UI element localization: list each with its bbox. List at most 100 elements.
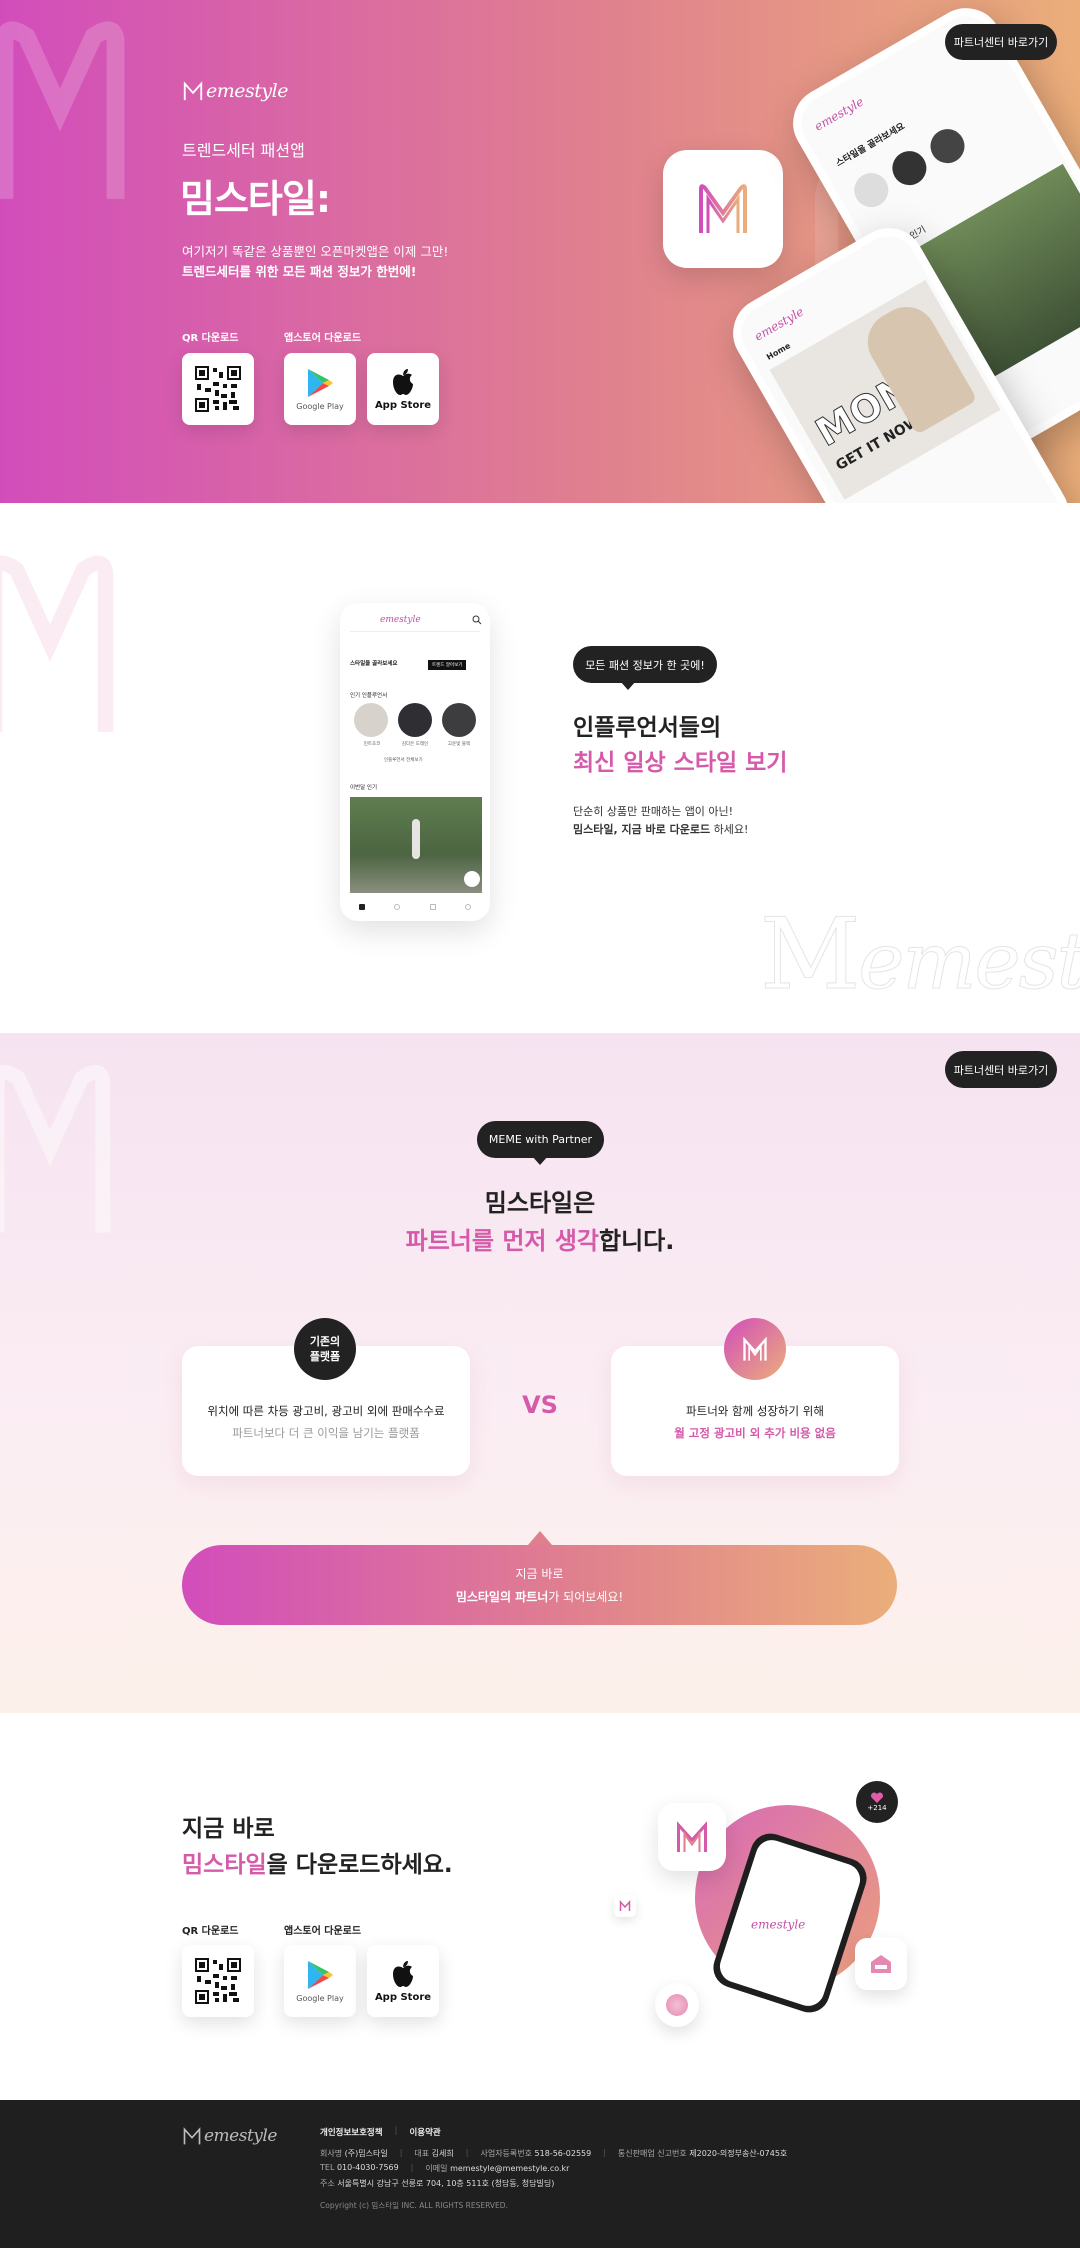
search-icon (472, 615, 482, 625)
bubble-tail (532, 1156, 548, 1165)
m-logo-watermark-icon (0, 21, 125, 199)
download-title-line1: 지금 바로 (182, 1816, 275, 1842)
email-label: 이메일 (425, 2164, 448, 2173)
download-title-line2: 밈스타일을 다운로드하세요. (182, 1845, 453, 1879)
influencer-phone: emestyle 스타일을 골라보세요 트렌드 알아보기 인기 인플루언서 민트… (340, 603, 490, 921)
watermark-logo-text: emestyle (858, 917, 1080, 1008)
shop-tile (855, 1938, 907, 1990)
ceo-value: 김세희 (431, 2149, 454, 2158)
like-badge: +214 (856, 1781, 898, 1823)
company-label: 회사명 (320, 2149, 343, 2158)
partner-bubble: MEME with Partner (477, 1121, 604, 1158)
influencer-name: 김다은 도레인 (401, 742, 429, 747)
download-title-rest: 을 다운로드하세요. (266, 1852, 453, 1878)
footer-logo-text: emestyle (204, 2126, 277, 2146)
bubble-tail (620, 681, 636, 690)
influencer-title-line2: 최신 일상 스타일 보기 (573, 750, 788, 776)
qr-code-icon (195, 1958, 241, 2004)
app-icon-tile (663, 150, 783, 268)
old-line2: 파트너보다 더 큰 이익을 남기는 플랫폼 (232, 1426, 420, 1440)
influencer-desc-rest: 하세요! (710, 823, 749, 836)
phone-more: 인플루언서 전체보기 (384, 758, 423, 763)
shop-icon (871, 1955, 891, 1973)
apple-icon (393, 1961, 413, 1987)
google-play-button[interactable]: Google Play (284, 353, 356, 425)
hero-title: 밈스타일: (180, 177, 331, 221)
email-value[interactable]: memestyle@memestyle.co.kr (450, 2164, 569, 2173)
app-store-label: App Store (374, 1992, 432, 2003)
old-line1: 위치에 따른 차등 광고비, 광고비 외에 판매수수료 (207, 1404, 445, 1418)
footer-row2: TEL 010-4030-7569 | 이메일 memestyle@memest… (320, 2163, 570, 2173)
store-download-label: 앱스토어 다운로드 (284, 333, 362, 344)
watermark-logo: Memestyle (759, 898, 1080, 1013)
mailorder-value: 제2020-의정부송산-0745호 (689, 2149, 788, 2158)
mailorder-label: 통신판매업 신고번호 (617, 2149, 687, 2158)
mini-logo-tile (614, 1895, 636, 1917)
influencer-desc-line1: 단순히 상품만 판매하는 앱이 아닌! (573, 805, 734, 818)
phone-section1: 인기 인플루언서 (350, 693, 388, 699)
m-logo-icon (699, 184, 747, 233)
address-value: 서울특별시 강남구 선릉로 704, 10층 511호 (청담동, 청담빌딩) (337, 2179, 555, 2188)
influencer-name: 민트초코 (363, 742, 381, 747)
influencer-bubble: 모든 패션 정보가 한 곳에! (573, 646, 717, 683)
app-store-label: App Store (374, 400, 432, 411)
qr-download-label: QR 다운로드 (182, 333, 239, 344)
phone-button: 트렌드 알아보기 (428, 660, 467, 670)
avatar-icon (666, 1994, 688, 2016)
vs-label: VS (522, 1391, 558, 1419)
terms-link[interactable]: 이용약관 (409, 2126, 440, 2138)
cta-pointer (528, 1531, 552, 1545)
m-logo-icon (677, 1821, 707, 1852)
partner-cta-banner[interactable]: 지금 바로 밈스타일의 파트너가 되어보세요! (182, 1545, 897, 1625)
qr-code-card[interactable] (182, 1945, 254, 2017)
influencer-desc-bold: 밈스타일, 지금 바로 다운로드 (573, 823, 711, 836)
new-line1: 파트너와 함께 성장하기 위해 (686, 1404, 824, 1418)
google-play-label: Google Play (296, 402, 344, 411)
old-platform-badge: 기존의 플랫폼 (294, 1318, 356, 1380)
avatar-tile (655, 1983, 699, 2027)
privacy-policy-link[interactable]: 개인정보보호정책 (320, 2126, 383, 2138)
phone-hero-text: 스타일을 골라보세요 (350, 661, 398, 667)
new-line2: 월 고정 광고비 외 추가 비용 없음 (674, 1426, 836, 1440)
app-store-button[interactable]: App Store (367, 1945, 439, 2017)
hero-subtitle: 트렌드세터 패션앱 (182, 141, 305, 160)
hero-desc-line2: 트렌드세터를 위한 모든 패션 정보가 한번에! (182, 264, 417, 279)
footer-logo[interactable]: emestyle (182, 2126, 277, 2146)
influencer-section: Memestyle emestyle 스타일을 골라보세요 트렌드 알아보기 인… (0, 503, 1080, 1033)
m-logo-icon (619, 1900, 631, 1911)
influencer-desc-line2: 밈스타일, 지금 바로 다운로드 하세요! (573, 821, 748, 839)
m-logo-watermark-icon (0, 555, 114, 732)
influencer-avatar (442, 703, 476, 737)
partner-center-button[interactable]: 파트너센터 바로가기 (945, 24, 1057, 60)
google-play-button[interactable]: Google Play (284, 1945, 356, 2017)
hero-description: 여기저기 똑같은 상품뿐인 오픈마켓앱은 이제 그만! 트렌드세터를 위한 모든… (182, 242, 448, 282)
phone-logo: emestyle (380, 615, 421, 625)
google-play-icon (308, 369, 333, 397)
google-play-label: Google Play (296, 1994, 344, 2003)
m-logo-icon (183, 2127, 201, 2145)
hero-desc-line1: 여기저기 똑같은 상품뿐인 오픈마켓앱은 이제 그만! (182, 244, 449, 259)
partner-section: 파트너센터 바로가기 MEME with Partner 밈스타일은 파트너를 … (0, 1033, 1080, 1713)
partner-center-button[interactable]: 파트너센터 바로가기 (945, 1051, 1057, 1088)
download-section: 지금 바로 밈스타일을 다운로드하세요. QR 다운로드 앱스토어 다운로드 G… (0, 1713, 1080, 2100)
brand-logo[interactable]: emestyle (182, 80, 288, 102)
old-badge-line2: 플랫폼 (309, 1350, 341, 1363)
phone-photo (350, 797, 482, 893)
apple-icon (393, 369, 413, 395)
partner-title-line2: 파트너를 먼저 생각합니다. (0, 1221, 1080, 1256)
tel-label: TEL (320, 2163, 335, 2172)
bizno-value: 518-56-02559 (534, 2149, 592, 2158)
partner-title-line1: 밈스타일은 (484, 1189, 596, 1217)
hero-section: emestyle 트렌드세터 패션앱 밈스타일: 여기저기 똑같은 상품뿐인 오… (0, 0, 1080, 503)
like-count: +214 (867, 1804, 887, 1812)
phone-logo: emestyle (812, 94, 867, 134)
qr-code-card[interactable] (182, 353, 254, 425)
phone-logo: emestyle (750, 1917, 806, 1932)
google-play-icon (308, 1961, 333, 1989)
app-store-button[interactable]: App Store (367, 353, 439, 425)
footer-links: 개인정보보호정책 | 이용약관 (320, 2126, 441, 2138)
m-logo-icon (183, 81, 203, 101)
phone-bottom-nav (344, 899, 486, 915)
influencer-avatar (354, 703, 388, 737)
influencer-name: 고운빛 블랙 (447, 742, 471, 747)
